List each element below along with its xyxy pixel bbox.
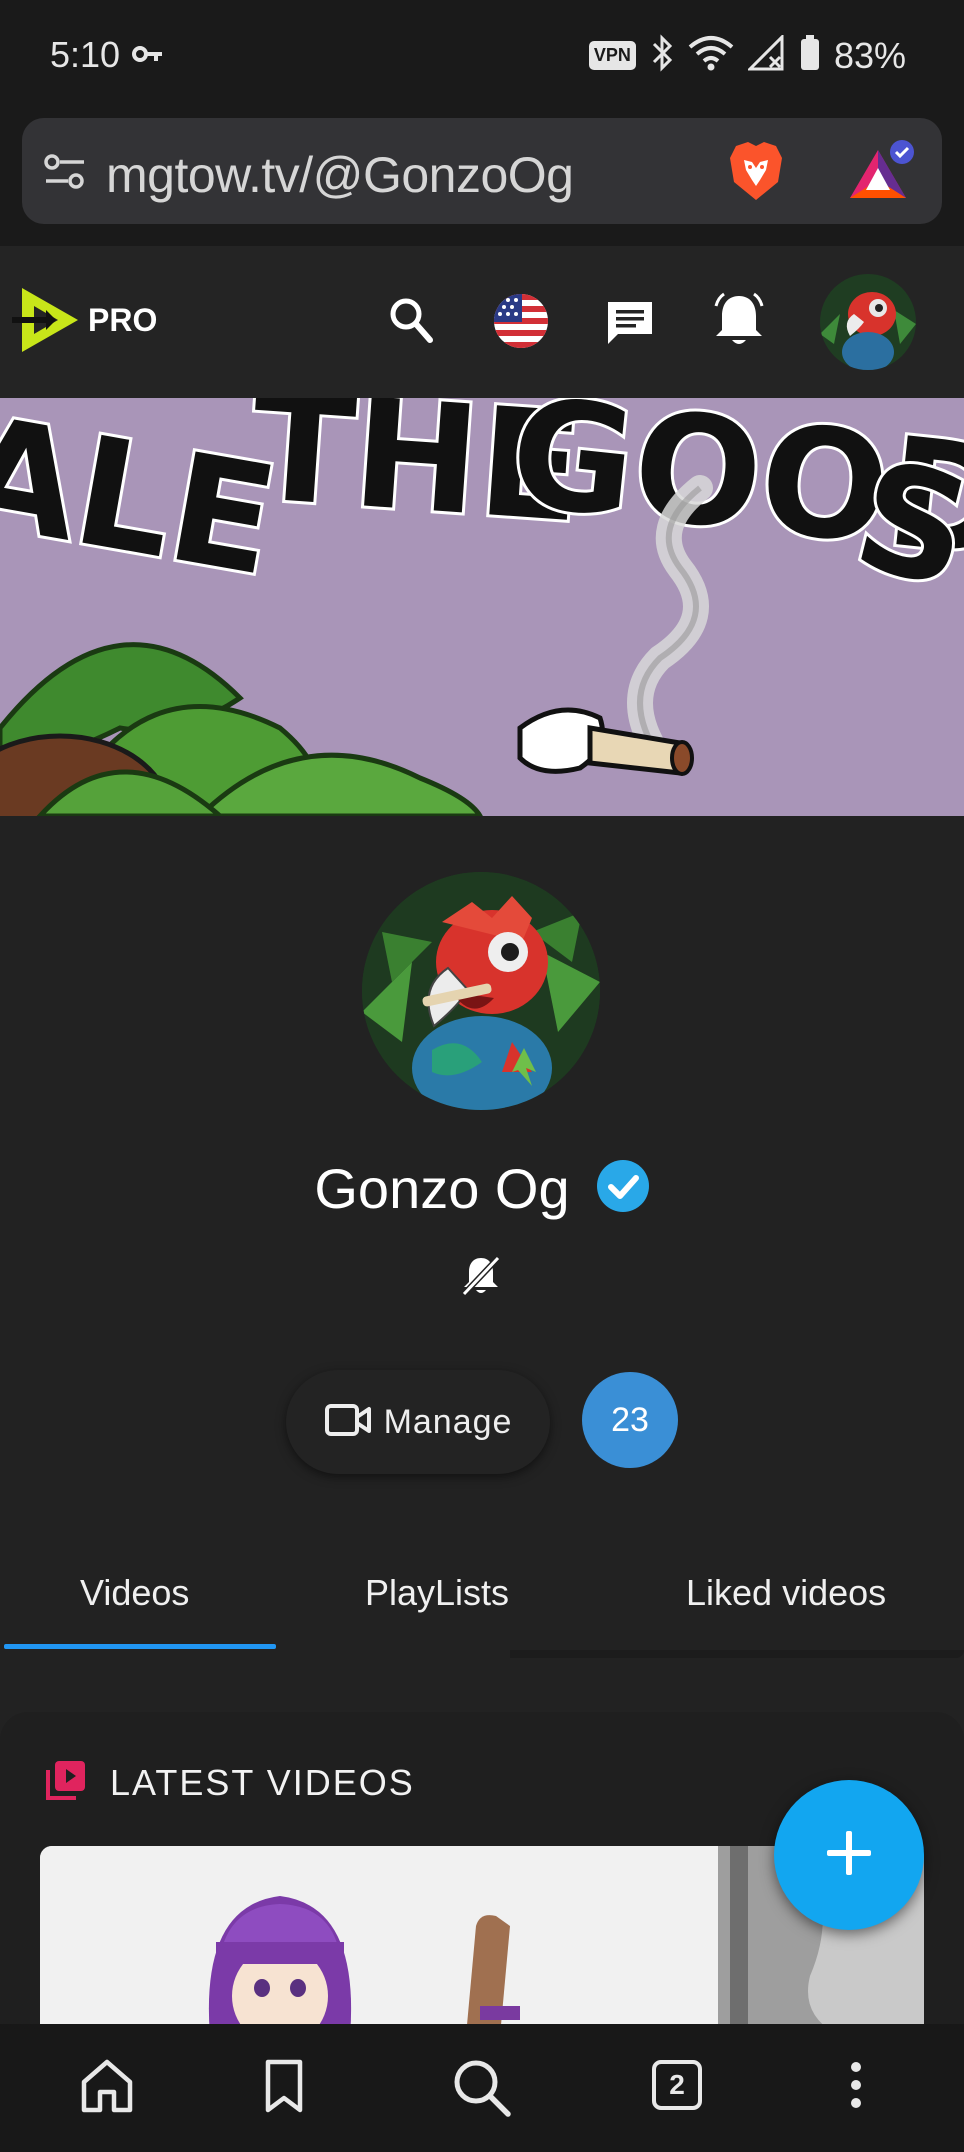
bluetooth-icon bbox=[650, 34, 674, 77]
address-bar[interactable]: mgtow.tv/@GonzoOg bbox=[22, 118, 942, 224]
url-text[interactable]: mgtow.tv/@GonzoOg bbox=[106, 146, 574, 204]
latest-videos-title: LATEST VIDEOS bbox=[110, 1761, 415, 1803]
browser-toolbar: mgtow.tv/@GonzoOg bbox=[0, 114, 964, 246]
logo-text: PRO bbox=[88, 301, 158, 338]
search-icon[interactable] bbox=[452, 2058, 512, 2123]
vpn-badge: VPN bbox=[588, 41, 636, 70]
bookmark-icon[interactable] bbox=[262, 2058, 306, 2119]
video-library-icon bbox=[44, 1758, 88, 1807]
channel-profile: Gonzo Og Manage 23 bbox=[0, 816, 964, 1656]
tab-playlists[interactable]: PlayLists bbox=[365, 1572, 509, 1614]
manage-button[interactable]: Manage bbox=[286, 1370, 550, 1474]
channel-banner: ALE THE GOOD S bbox=[0, 398, 964, 816]
channel-avatar bbox=[362, 872, 600, 1110]
tab-liked-videos[interactable]: Liked videos bbox=[686, 1572, 886, 1614]
latest-videos-header: LATEST VIDEOS bbox=[44, 1758, 415, 1807]
verified-badge-icon bbox=[596, 1159, 650, 1218]
tab-count: 2 bbox=[652, 2060, 702, 2110]
channel-name: Gonzo Og bbox=[314, 1157, 570, 1220]
user-avatar[interactable] bbox=[820, 274, 916, 370]
video-camera-icon bbox=[324, 1403, 372, 1442]
tabs-button[interactable]: 2 bbox=[652, 2060, 702, 2110]
site-logo[interactable]: PRO bbox=[12, 284, 157, 356]
wifi-icon bbox=[688, 35, 734, 76]
status-time: 5:10 bbox=[50, 34, 121, 75]
tab-videos[interactable]: Videos bbox=[80, 1572, 189, 1614]
channel-tabs: Videos PlayLists Liked videos bbox=[0, 1540, 964, 1660]
notifications-icon[interactable] bbox=[712, 292, 766, 355]
search-icon[interactable] bbox=[388, 296, 436, 351]
status-bar: 5:10 VPN 83% bbox=[0, 0, 964, 114]
active-tab-indicator bbox=[4, 1644, 276, 1649]
battery-icon bbox=[800, 35, 820, 76]
status-icons: VPN 83% bbox=[588, 33, 906, 77]
upload-fab-button[interactable] bbox=[774, 1780, 924, 1930]
channel-name-row: Gonzo Og bbox=[0, 1156, 964, 1221]
site-settings-icon[interactable] bbox=[44, 154, 86, 195]
signal-icon bbox=[746, 33, 786, 76]
tab-divider bbox=[510, 1650, 964, 1658]
subscriber-count-badge[interactable]: 23 bbox=[582, 1372, 678, 1468]
site-header: PRO bbox=[0, 246, 964, 398]
messages-icon[interactable] bbox=[604, 298, 656, 353]
more-menu-icon[interactable] bbox=[846, 2060, 866, 2115]
notifications-off-icon[interactable] bbox=[460, 1254, 502, 1303]
home-icon[interactable] bbox=[80, 2058, 134, 2119]
brave-rewards-icon[interactable] bbox=[848, 140, 918, 207]
logo-icon bbox=[12, 288, 78, 352]
plus-icon bbox=[823, 1827, 875, 1884]
us-flag-icon[interactable] bbox=[492, 292, 550, 355]
battery-percent: 83% bbox=[833, 34, 906, 76]
browser-bottom-nav: 2 bbox=[0, 2024, 964, 2152]
key-icon bbox=[132, 44, 164, 69]
manage-label: Manage bbox=[383, 1402, 513, 1441]
brave-shields-icon[interactable] bbox=[726, 140, 786, 207]
